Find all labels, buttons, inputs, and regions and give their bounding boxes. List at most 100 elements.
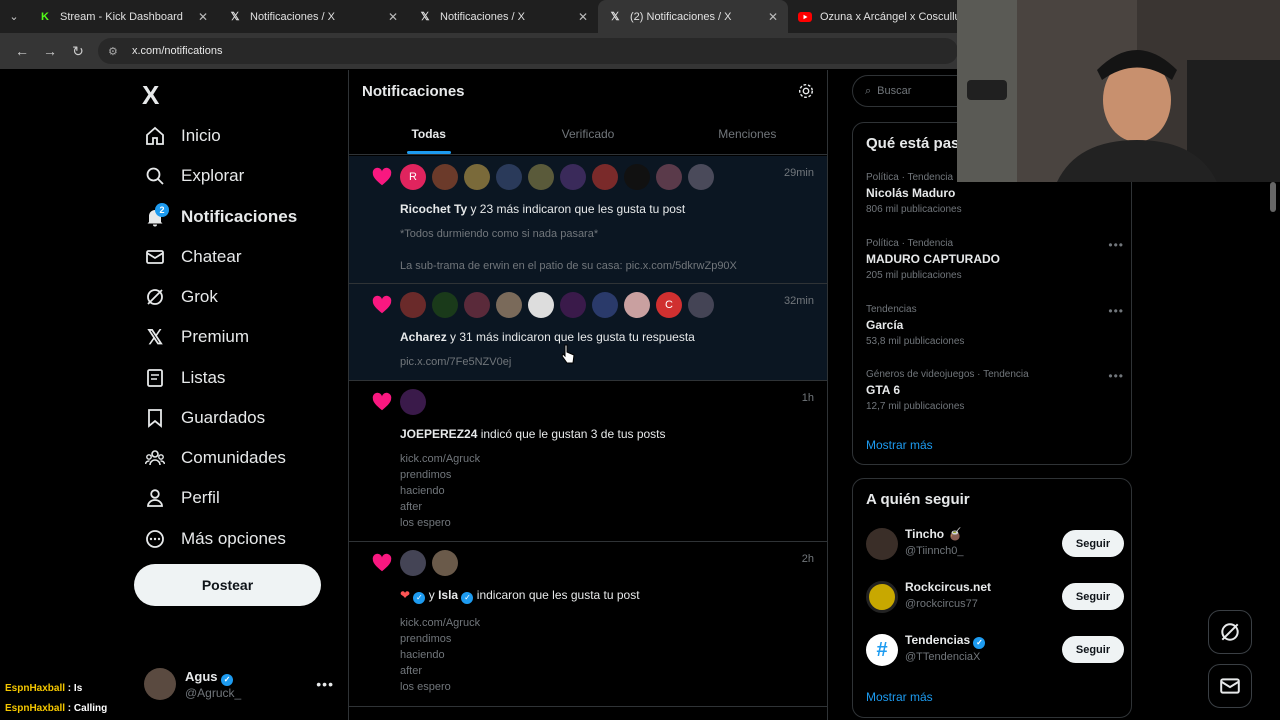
site-info-icon[interactable]: ⚙	[108, 45, 124, 58]
avatar[interactable]	[866, 528, 898, 560]
show-more-link[interactable]: Mostrar más	[866, 690, 933, 704]
page-scrollbar[interactable]	[1270, 182, 1276, 212]
sidebar-item-premium[interactable]: 𝕏 Premium	[144, 317, 249, 357]
timestamp: 1h	[801, 392, 814, 404]
avatar[interactable]	[688, 164, 714, 190]
close-icon[interactable]: ✕	[766, 10, 780, 24]
x-logo-icon[interactable]: X	[142, 80, 159, 111]
avatar[interactable]	[592, 292, 618, 318]
trend-count: 53,8 mil publicaciones	[866, 336, 965, 347]
address-bar[interactable]: ⚙ x.com/notifications	[98, 38, 958, 64]
avatar[interactable]	[496, 292, 522, 318]
avatar[interactable]	[688, 292, 714, 318]
user-name[interactable]: Isla	[438, 588, 458, 602]
sidebar-item-notificaciones[interactable]: 2 Notificaciones	[144, 197, 297, 237]
avatar[interactable]	[528, 292, 554, 318]
sidebar-item-guardados[interactable]: Guardados	[144, 398, 265, 438]
avatar[interactable]	[624, 164, 650, 190]
timestamp: 2h	[801, 553, 814, 565]
x-premium-icon: 𝕏	[146, 326, 164, 349]
follow-button[interactable]: Seguir	[1062, 583, 1124, 610]
avatar[interactable]	[400, 389, 426, 415]
follow-button[interactable]: Seguir	[1062, 530, 1124, 557]
follow-suggestion[interactable]: Rockcircus.net @rockcircus77 Seguir	[866, 579, 1124, 615]
trend-item[interactable]: Tendencias García 53,8 mil publicaciones…	[866, 304, 1124, 347]
trend-item[interactable]: Géneros de videojuegos · Tendencia GTA 6…	[866, 369, 1124, 412]
forward-icon[interactable]: →	[36, 37, 64, 65]
tab-menciones[interactable]: Menciones	[668, 114, 827, 154]
avatar[interactable]	[592, 164, 618, 190]
reload-icon[interactable]: ↻	[64, 37, 92, 65]
browser-tab-x-2[interactable]: 𝕏 Notificaciones / X ✕	[408, 0, 598, 33]
close-icon[interactable]: ✕	[196, 10, 210, 24]
sidebar-item-listas[interactable]: Listas	[144, 358, 225, 398]
avatar[interactable]	[432, 550, 458, 576]
user-name[interactable]: Acharez	[400, 330, 447, 344]
notification-item[interactable]: 2h ❤ ✓ y Isla ✓ indicaron que les gusta …	[349, 542, 827, 707]
avatar[interactable]	[624, 292, 650, 318]
browser-tab-x-active[interactable]: 𝕏 (2) Notificaciones / X ✕	[598, 0, 788, 33]
avatar[interactable]	[560, 292, 586, 318]
search-input[interactable]: ⌕ Buscar	[852, 75, 972, 107]
browser-tab-youtube[interactable]: Ozuna x Arcángel x Cosculluela	[788, 0, 978, 33]
follow-suggestion[interactable]: # Tendencias ✓ @TTendenciaX Seguir	[866, 632, 1124, 668]
notification-text: Acharez y 31 más indicaron que les gusta…	[400, 330, 695, 344]
close-icon[interactable]: ✕	[386, 10, 400, 24]
follow-button[interactable]: Seguir	[1062, 636, 1124, 663]
tab-search-button[interactable]: ⌄	[0, 0, 28, 33]
sidebar-item-chatear[interactable]: Chatear	[144, 237, 241, 277]
back-icon[interactable]: ←	[8, 37, 36, 65]
close-icon[interactable]: ✕	[576, 10, 590, 24]
user-name[interactable]: Ricochet Ty	[400, 202, 467, 216]
account-switcher[interactable]: Agus ✓ @Agruck_ •••	[144, 664, 334, 704]
show-more-link[interactable]: Mostrar más	[866, 438, 933, 452]
notification-item[interactable]: 1h JOEPEREZ24 indicó que le gustan 3 de …	[349, 381, 827, 542]
tab-todas[interactable]: Todas	[349, 114, 508, 154]
sidebar-item-grok[interactable]: Grok	[144, 277, 218, 317]
avatar[interactable]	[432, 292, 458, 318]
more-icon[interactable]: •••	[1108, 304, 1124, 318]
more-icon[interactable]: •••	[1108, 238, 1124, 252]
browser-tab-kick[interactable]: K Stream - Kick Dashboard ✕	[28, 0, 218, 33]
screen: ⌄ K Stream - Kick Dashboard ✕ 𝕏 Notifica…	[0, 0, 1280, 720]
avatar[interactable]	[464, 164, 490, 190]
grok-fab-button[interactable]	[1208, 610, 1252, 654]
account-name-row: Agus ✓	[185, 669, 241, 686]
avatar[interactable]	[464, 292, 490, 318]
avatar[interactable]	[400, 292, 426, 318]
verified-badge-icon: ✓	[413, 592, 426, 604]
verified-badge-icon: ✓	[461, 592, 474, 604]
sidebar-item-inicio[interactable]: Inicio	[144, 116, 221, 156]
avatar[interactable]	[528, 164, 554, 190]
gear-icon[interactable]	[797, 82, 815, 100]
browser-tab-x-1[interactable]: 𝕏 Notificaciones / X ✕	[218, 0, 408, 33]
messages-fab-button[interactable]	[1208, 664, 1252, 708]
trend-item[interactable]: Política · Tendencia MADURO CAPTURADO 20…	[866, 238, 1124, 281]
person-icon	[144, 487, 166, 509]
notification-item[interactable]: C 32min Acharez y 31 más indicaron que l…	[349, 284, 827, 381]
mail-icon	[144, 246, 166, 268]
user-name[interactable]: JOEPEREZ24	[400, 427, 477, 441]
avatar[interactable]: R	[400, 164, 426, 190]
avatar[interactable]	[656, 164, 682, 190]
more-icon[interactable]: •••	[316, 676, 334, 692]
sidebar-item-comunidades[interactable]: Comunidades	[144, 438, 286, 478]
sidebar-item-perfil[interactable]: Perfil	[144, 478, 220, 518]
avatar[interactable]	[432, 164, 458, 190]
avatar[interactable]	[496, 164, 522, 190]
more-icon[interactable]: •••	[1108, 369, 1124, 383]
avatar[interactable]	[560, 164, 586, 190]
post-line: haciendo	[400, 649, 445, 661]
follow-name: Tendencias	[905, 633, 971, 647]
post-button[interactable]: Postear	[134, 564, 321, 606]
tab-verificado[interactable]: Verificado	[508, 114, 667, 154]
sidebar-item-label: Listas	[181, 368, 226, 387]
sidebar-item-explorar[interactable]: Explorar	[144, 156, 244, 196]
avatar[interactable]	[866, 581, 898, 613]
avatar[interactable]: C	[656, 292, 682, 318]
avatar[interactable]	[400, 550, 426, 576]
follow-suggestion[interactable]: Tincho 🧉 @Tiinnch0_ Seguir	[866, 526, 1124, 562]
hashtag-avatar-icon[interactable]: #	[866, 634, 898, 666]
notification-item[interactable]: R 29min Ricochet Ty y 23 más indicaron q…	[349, 156, 827, 284]
sidebar-item-mas-opciones[interactable]: Más opciones	[144, 519, 286, 559]
